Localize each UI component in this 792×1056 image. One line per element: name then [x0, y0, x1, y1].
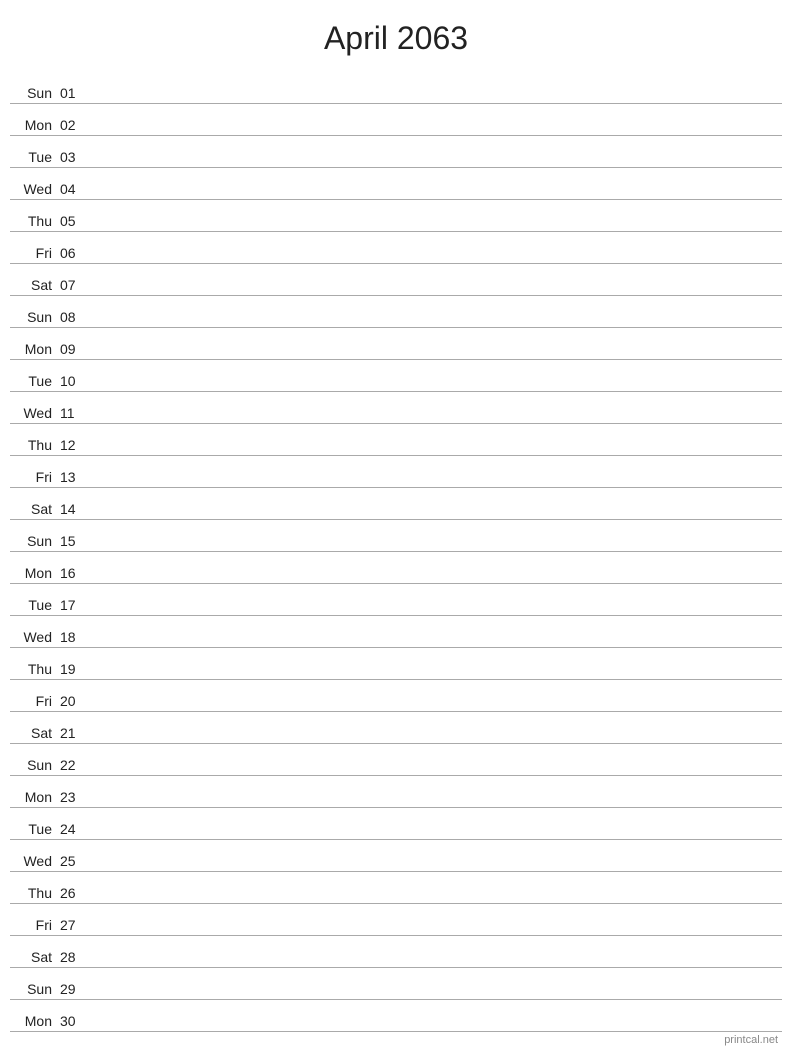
day-number: 29	[58, 981, 88, 997]
day-number: 22	[58, 757, 88, 773]
day-row: Mon02	[10, 104, 782, 136]
day-name: Tue	[10, 149, 58, 165]
day-name: Mon	[10, 1013, 58, 1029]
page-title: April 2063	[0, 0, 792, 72]
day-name: Tue	[10, 821, 58, 837]
day-name: Tue	[10, 373, 58, 389]
day-row: Sun15	[10, 520, 782, 552]
day-name: Sat	[10, 501, 58, 517]
day-number: 23	[58, 789, 88, 805]
day-name: Mon	[10, 341, 58, 357]
day-name: Sun	[10, 85, 58, 101]
day-row: Thu05	[10, 200, 782, 232]
day-name: Thu	[10, 437, 58, 453]
day-row: Wed04	[10, 168, 782, 200]
day-number: 03	[58, 149, 88, 165]
day-number: 27	[58, 917, 88, 933]
day-name: Wed	[10, 629, 58, 645]
day-row: Fri20	[10, 680, 782, 712]
day-name: Sun	[10, 757, 58, 773]
day-number: 26	[58, 885, 88, 901]
day-number: 15	[58, 533, 88, 549]
day-number: 04	[58, 181, 88, 197]
day-name: Fri	[10, 469, 58, 485]
day-row: Thu26	[10, 872, 782, 904]
day-row: Mon16	[10, 552, 782, 584]
day-row: Thu12	[10, 424, 782, 456]
day-row: Tue17	[10, 584, 782, 616]
day-row: Sat14	[10, 488, 782, 520]
day-number: 28	[58, 949, 88, 965]
day-row: Tue24	[10, 808, 782, 840]
day-number: 25	[58, 853, 88, 869]
day-name: Fri	[10, 917, 58, 933]
day-number: 08	[58, 309, 88, 325]
day-number: 01	[58, 85, 88, 101]
day-row: Sat28	[10, 936, 782, 968]
day-row: Sat07	[10, 264, 782, 296]
day-name: Wed	[10, 405, 58, 421]
day-number: 16	[58, 565, 88, 581]
day-row: Fri13	[10, 456, 782, 488]
day-number: 12	[58, 437, 88, 453]
day-number: 06	[58, 245, 88, 261]
day-row: Fri27	[10, 904, 782, 936]
day-row: Wed25	[10, 840, 782, 872]
day-name: Wed	[10, 181, 58, 197]
day-number: 20	[58, 693, 88, 709]
day-name: Mon	[10, 789, 58, 805]
day-number: 11	[58, 405, 88, 421]
day-name: Sat	[10, 949, 58, 965]
day-row: Tue10	[10, 360, 782, 392]
calendar-grid: Sun01Mon02Tue03Wed04Thu05Fri06Sat07Sun08…	[0, 72, 792, 1032]
day-row: Sat21	[10, 712, 782, 744]
day-number: 10	[58, 373, 88, 389]
day-name: Thu	[10, 213, 58, 229]
day-name: Fri	[10, 245, 58, 261]
day-number: 17	[58, 597, 88, 613]
day-row: Fri06	[10, 232, 782, 264]
day-name: Wed	[10, 853, 58, 869]
day-row: Tue03	[10, 136, 782, 168]
day-row: Mon09	[10, 328, 782, 360]
day-row: Sun22	[10, 744, 782, 776]
day-row: Wed18	[10, 616, 782, 648]
day-name: Mon	[10, 565, 58, 581]
day-name: Fri	[10, 693, 58, 709]
day-row: Wed11	[10, 392, 782, 424]
day-name: Sun	[10, 309, 58, 325]
day-row: Sun08	[10, 296, 782, 328]
day-name: Tue	[10, 597, 58, 613]
day-number: 07	[58, 277, 88, 293]
day-name: Sat	[10, 277, 58, 293]
day-number: 19	[58, 661, 88, 677]
day-name: Sun	[10, 981, 58, 997]
day-name: Sat	[10, 725, 58, 741]
day-row: Mon30	[10, 1000, 782, 1032]
day-number: 09	[58, 341, 88, 357]
day-row: Sun29	[10, 968, 782, 1000]
day-number: 14	[58, 501, 88, 517]
day-number: 24	[58, 821, 88, 837]
day-name: Sun	[10, 533, 58, 549]
day-row: Mon23	[10, 776, 782, 808]
day-number: 30	[58, 1013, 88, 1029]
day-name: Thu	[10, 661, 58, 677]
day-row: Thu19	[10, 648, 782, 680]
day-number: 02	[58, 117, 88, 133]
day-number: 18	[58, 629, 88, 645]
day-number: 05	[58, 213, 88, 229]
day-number: 21	[58, 725, 88, 741]
day-name: Thu	[10, 885, 58, 901]
footer-label: printcal.net	[724, 1034, 778, 1046]
day-name: Mon	[10, 117, 58, 133]
day-row: Sun01	[10, 72, 782, 104]
day-number: 13	[58, 469, 88, 485]
